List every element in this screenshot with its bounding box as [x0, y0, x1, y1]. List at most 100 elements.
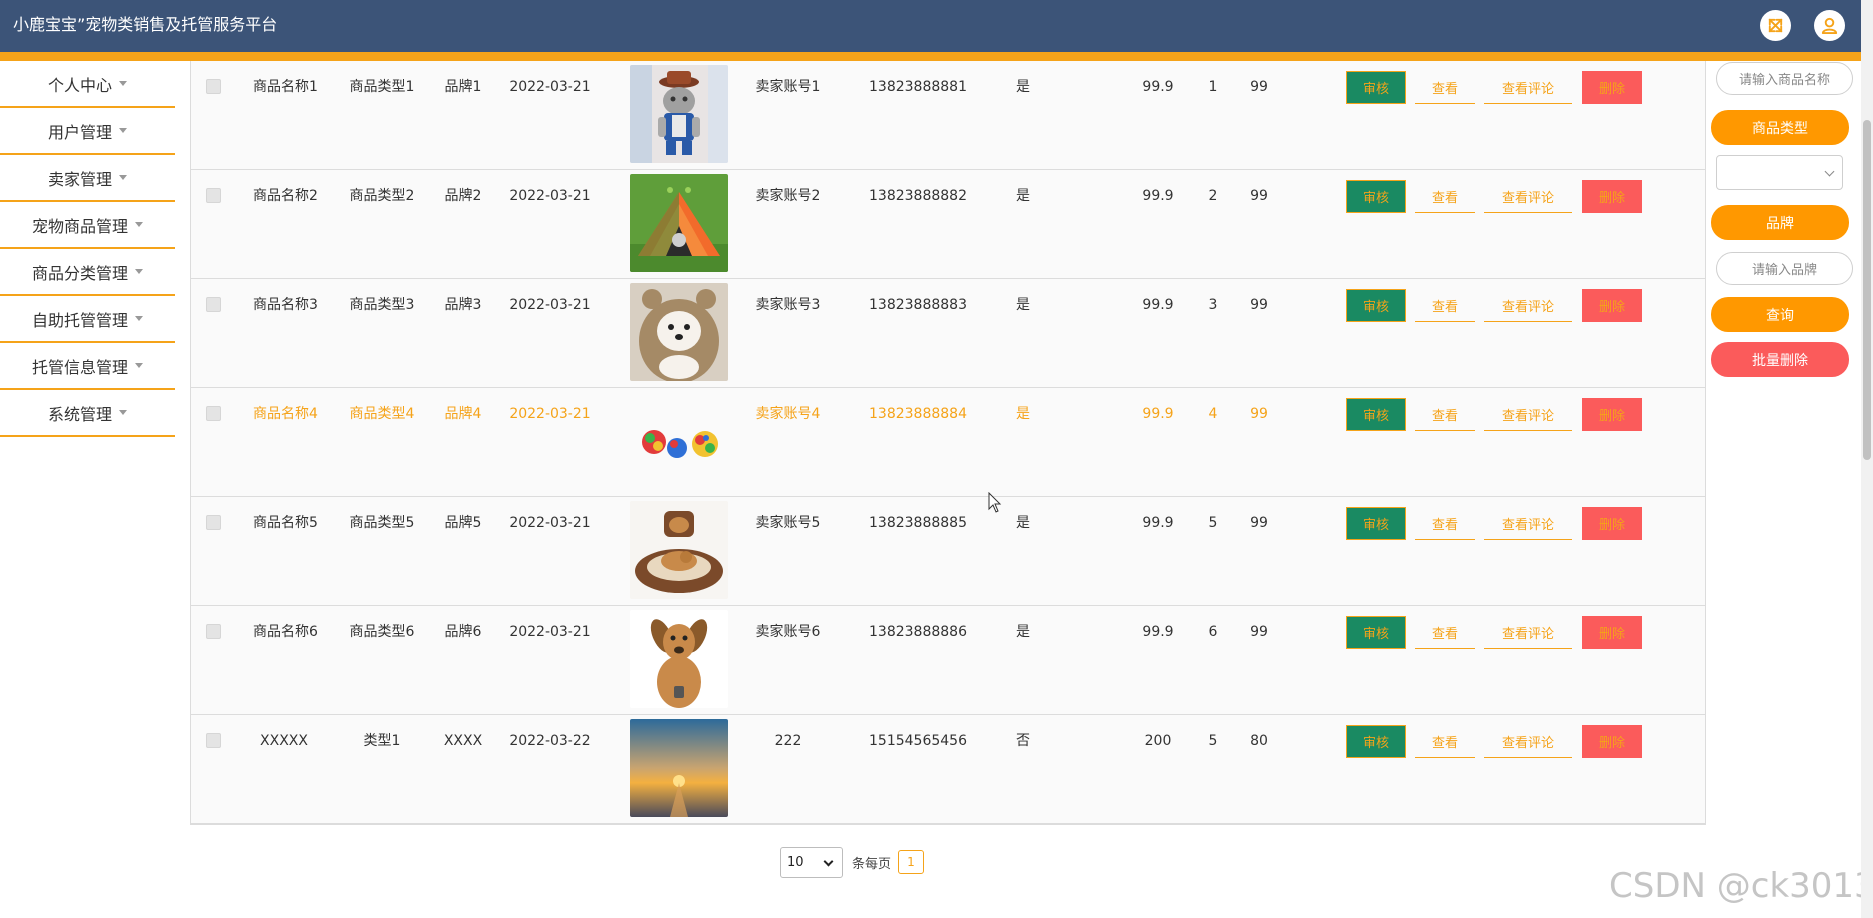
delete-button[interactable]: 删除 — [1582, 71, 1642, 104]
page-size-value: 10 — [787, 855, 804, 870]
sidebar-item-user-management[interactable]: 用户管理 — [0, 108, 175, 155]
brand-button[interactable]: 品牌 — [1711, 205, 1849, 240]
cell-brand: XXXX — [443, 733, 483, 749]
cell-flag: 是 — [1016, 515, 1030, 531]
cell-stock: 80 — [1250, 733, 1268, 749]
sidebar: 个人中心 用户管理 卖家管理 宠物商品管理 商品分类管理 自助托管管理 托管信息… — [0, 61, 175, 437]
audit-button[interactable]: 审核 — [1346, 289, 1406, 322]
top-header: 小鹿宝宝”宠物类销售及托管服务平台 — [0, 0, 1868, 52]
batch-delete-button[interactable]: 批量删除 — [1711, 342, 1849, 377]
sidebar-item-boarding-info-management[interactable]: 托管信息管理 — [0, 343, 175, 390]
page-size-select[interactable]: 10 — [780, 847, 843, 878]
cell-date: 2022-03-21 — [509, 188, 591, 204]
cell-brand: 品牌2 — [444, 188, 482, 204]
view-comments-button[interactable]: 查看评论 — [1484, 616, 1572, 649]
user-button[interactable] — [1814, 10, 1845, 41]
sidebar-item-seller-management[interactable]: 卖家管理 — [0, 155, 175, 202]
delete-button[interactable]: 删除 — [1582, 289, 1642, 322]
table-row: 商品名称6 商品类型6 品牌6 2022-03-21 卖家账号6 1382388… — [191, 606, 1705, 715]
pet-tent-image — [630, 174, 728, 272]
delete-button[interactable]: 删除 — [1582, 398, 1642, 431]
product-image — [630, 283, 728, 381]
audit-button[interactable]: 审核 — [1346, 180, 1406, 213]
cell-price: 99.9 — [1142, 297, 1174, 313]
cell-name: 商品名称1 — [253, 79, 318, 95]
view-button[interactable]: 查看 — [1415, 507, 1475, 540]
sidebar-item-label: 系统管理 — [47, 404, 112, 424]
caret-down-icon — [119, 410, 127, 415]
cell-seller: 卖家账号6 — [755, 624, 821, 640]
cell-brand: 品牌6 — [444, 624, 482, 640]
caret-down-icon — [119, 81, 127, 86]
fullscreen-button[interactable] — [1760, 10, 1791, 41]
cell-flag: 是 — [1016, 297, 1030, 313]
cell-seller: 卖家账号2 — [755, 188, 821, 204]
audit-button[interactable]: 审核 — [1346, 507, 1406, 540]
dog-in-hoodie-image — [630, 283, 728, 381]
view-comments-button[interactable]: 查看评论 — [1484, 180, 1572, 213]
sidebar-item-label: 个人中心 — [47, 75, 112, 95]
product-image — [630, 174, 728, 272]
audit-button[interactable]: 审核 — [1346, 398, 1406, 431]
view-button[interactable]: 查看 — [1415, 398, 1475, 431]
row-checkbox[interactable] — [206, 406, 221, 421]
delete-button[interactable]: 删除 — [1582, 616, 1642, 649]
cell-price: 99.9 — [1142, 624, 1174, 640]
row-checkbox[interactable] — [206, 624, 221, 639]
cat-in-costume-image — [630, 65, 728, 163]
sidebar-item-self-boarding-management[interactable]: 自助托管管理 — [0, 296, 175, 343]
brand-search-input[interactable]: 请输入品牌 — [1716, 252, 1853, 285]
audit-button[interactable]: 审核 — [1346, 725, 1406, 758]
sunset-road-image — [630, 719, 728, 817]
cell-number: 2 — [1208, 188, 1218, 204]
view-button[interactable]: 查看 — [1415, 725, 1475, 758]
table-row: 商品名称5 商品类型5 品牌5 2022-03-21 卖家账号5 1382388… — [191, 497, 1705, 606]
cell-date: 2022-03-21 — [509, 79, 591, 95]
sidebar-item-personal-center[interactable]: 个人中心 — [0, 61, 175, 108]
cell-name: 商品名称4 — [253, 406, 318, 422]
cell-flag: 是 — [1016, 79, 1030, 95]
page-number-button[interactable]: 1 — [898, 850, 924, 874]
view-button[interactable]: 查看 — [1415, 180, 1475, 213]
cell-date: 2022-03-21 — [509, 406, 591, 422]
view-button[interactable]: 查看 — [1415, 289, 1475, 322]
cell-type: 商品类型2 — [349, 188, 415, 204]
row-checkbox[interactable] — [206, 733, 221, 748]
cell-seller: 卖家账号5 — [755, 515, 821, 531]
sidebar-item-system-management[interactable]: 系统管理 — [0, 390, 175, 437]
row-checkbox[interactable] — [206, 297, 221, 312]
cell-stock: 99 — [1250, 515, 1268, 531]
cell-flag: 是 — [1016, 188, 1030, 204]
view-button[interactable]: 查看 — [1415, 616, 1475, 649]
sidebar-item-category-management[interactable]: 商品分类管理 — [0, 249, 175, 296]
scrollbar-thumb[interactable] — [1863, 120, 1871, 460]
cell-type: 商品类型4 — [349, 406, 415, 422]
delete-button[interactable]: 删除 — [1582, 180, 1642, 213]
chevron-down-icon — [823, 856, 834, 867]
audit-button[interactable]: 审核 — [1346, 71, 1406, 104]
view-comments-button[interactable]: 查看评论 — [1484, 398, 1572, 431]
delete-button[interactable]: 删除 — [1582, 725, 1642, 758]
product-type-button[interactable]: 商品类型 — [1711, 110, 1849, 145]
delete-button[interactable]: 删除 — [1582, 507, 1642, 540]
product-name-search-input[interactable]: 请输入商品名称 — [1716, 62, 1853, 95]
view-comments-button[interactable]: 查看评论 — [1484, 725, 1572, 758]
row-checkbox[interactable] — [206, 188, 221, 203]
row-checkbox[interactable] — [206, 515, 221, 530]
row-checkbox[interactable] — [206, 79, 221, 94]
watermark: CSDN @ck3013 — [1609, 866, 1873, 906]
view-comments-button[interactable]: 查看评论 — [1484, 71, 1572, 104]
cell-name: XXXXX — [260, 733, 308, 749]
cell-phone: 13823888884 — [869, 406, 967, 422]
audit-button[interactable]: 审核 — [1346, 616, 1406, 649]
page-scrollbar[interactable] — [1861, 0, 1873, 918]
view-comments-button[interactable]: 查看评论 — [1484, 289, 1572, 322]
caret-down-icon — [135, 222, 143, 227]
query-button[interactable]: 查询 — [1711, 297, 1849, 332]
cell-stock: 99 — [1250, 188, 1268, 204]
view-button[interactable]: 查看 — [1415, 71, 1475, 104]
sidebar-item-pet-product-management[interactable]: 宠物商品管理 — [0, 202, 175, 249]
product-type-select[interactable] — [1716, 155, 1843, 190]
cell-name: 商品名称3 — [253, 297, 318, 313]
view-comments-button[interactable]: 查看评论 — [1484, 507, 1572, 540]
